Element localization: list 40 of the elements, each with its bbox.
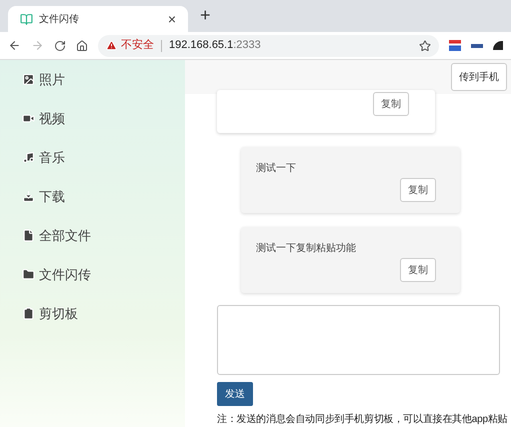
send-button[interactable]: 发送	[217, 382, 253, 406]
send-to-phone-button[interactable]: 传到手机	[451, 63, 507, 91]
browser-tab[interactable]: 文件闪传 ×	[8, 6, 188, 32]
tab-favicon-icon	[20, 12, 33, 26]
tab-title: 文件闪传	[39, 12, 80, 26]
image-icon	[22, 73, 35, 86]
new-tab-button[interactable]: +	[200, 2, 211, 29]
reload-icon[interactable]	[54, 40, 66, 52]
sidebar-item[interactable]: 文件闪传	[0, 255, 185, 294]
dash-extension-icon[interactable]	[471, 44, 483, 48]
music-note-icon	[22, 151, 35, 164]
copy-button[interactable]: 复制	[400, 178, 436, 202]
home-icon[interactable]	[76, 40, 88, 52]
clipboard-icon	[22, 307, 35, 320]
message-text: 测试一下	[256, 162, 297, 176]
warning-icon	[106, 40, 117, 51]
message-input-field[interactable]	[217, 305, 500, 375]
note-text: 注：发送的消息会自动同步到手机剪切板，可以直接在其他app粘贴	[217, 412, 508, 427]
file-icon	[22, 229, 35, 242]
folder-icon	[22, 268, 35, 281]
bookmark-star-icon[interactable]	[419, 40, 431, 52]
url-host: 192.168.65.1	[169, 38, 234, 54]
sidebar-item[interactable]: 剪切板	[0, 294, 185, 333]
tab-close-button[interactable]: ×	[168, 8, 176, 30]
sidebar-item[interactable]: 全部文件	[0, 216, 185, 255]
flag-extension-icon[interactable]	[449, 40, 461, 51]
security-label: 不安全	[121, 38, 154, 54]
extension-icon[interactable]	[493, 41, 503, 50]
copy-button[interactable]: 复制	[373, 92, 409, 116]
address-bar[interactable]: 不安全 192.168.65.1:2333	[98, 34, 439, 56]
back-icon[interactable]	[8, 39, 21, 52]
sidebar-item[interactable]: 音乐	[0, 138, 185, 177]
download-icon	[22, 190, 35, 203]
sidebar-item[interactable]: 下载	[0, 177, 185, 216]
video-camera-icon	[22, 112, 35, 125]
message-text: 测试一下复制粘贴功能	[256, 242, 357, 256]
sidebar-item[interactable]: 视频	[0, 99, 185, 138]
sidebar-item[interactable]: 照片	[0, 60, 185, 99]
url-port: :2333	[233, 38, 261, 54]
copy-button[interactable]: 复制	[400, 258, 436, 282]
